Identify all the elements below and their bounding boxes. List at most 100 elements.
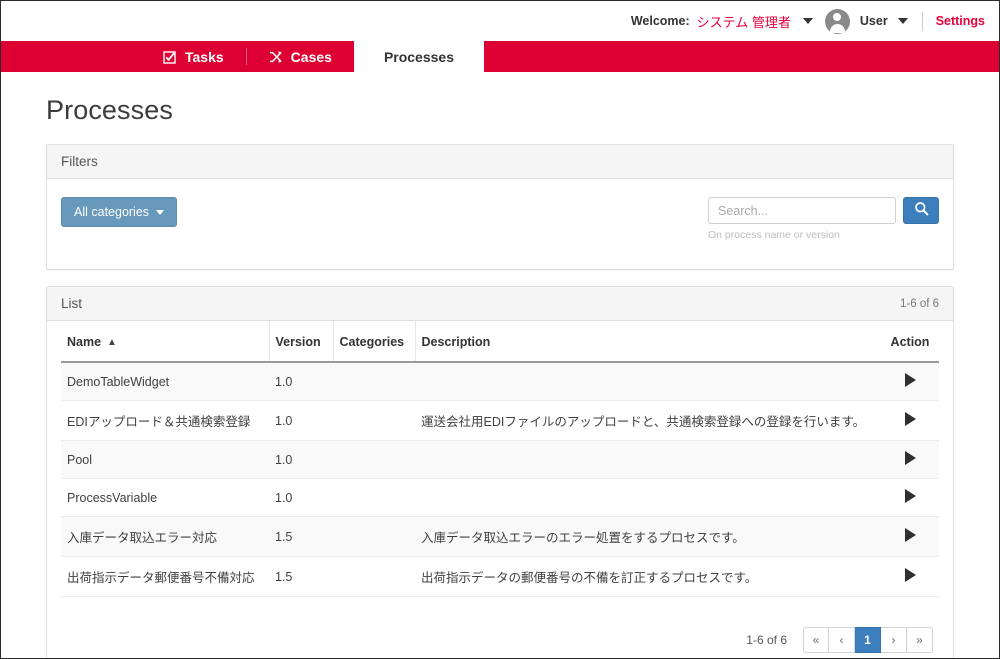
table-row[interactable]: EDIアップロード＆共通検索登録 1.0 運送会社用EDIファイルのアップロード… (61, 400, 939, 441)
top-welcome-bar: Welcome: システム 管理者 User Settings (1, 1, 999, 41)
table-header: Name ▲ Version Categories Description Act… (61, 321, 939, 363)
cell-description (415, 440, 881, 479)
app-window: Welcome: システム 管理者 User Settings Tasks Ca… (0, 0, 1000, 659)
checkbox-checked-icon (163, 50, 177, 64)
processes-table: Name ▲ Version Categories Description Act… (61, 321, 939, 597)
cell-name: 出荷指示データ郵便番号不備対応 (61, 556, 269, 597)
cell-name: ProcessVariable (61, 478, 269, 517)
welcome-label: Welcome: (630, 14, 690, 28)
table-row[interactable]: ProcessVariable 1.0 (61, 478, 939, 517)
pagination-row: 1-6 of 6 « ‹ 1 › » (61, 597, 939, 658)
avatar (824, 8, 850, 34)
filters-panel: Filters All categories Search... On proc… (46, 144, 954, 270)
settings-link[interactable]: Settings (936, 14, 985, 28)
all-categories-label: All categories (74, 205, 150, 219)
search-icon (914, 201, 929, 221)
cell-name: DemoTableWidget (61, 362, 269, 401)
user-menu-chevron-down-icon[interactable] (802, 18, 813, 24)
main-navigation: Tasks Cases Processes (1, 41, 999, 72)
cell-version: 1.5 (269, 556, 333, 597)
tab-cases[interactable]: Cases (247, 41, 354, 72)
pagination-next-button[interactable]: › (881, 627, 907, 653)
column-header-description[interactable]: Description (414, 321, 881, 363)
table-row[interactable]: 入庫データ取込エラー対応 1.5 入庫データ取込エラーのエラー処置をするプロセス… (61, 516, 939, 557)
pagination-page-1[interactable]: 1 (855, 627, 881, 653)
tab-processes-label: Processes (383, 48, 454, 65)
table-row[interactable]: DemoTableWidget 1.0 (61, 362, 939, 401)
pagination-prev-button[interactable]: ‹ (829, 627, 855, 653)
user-label: User (859, 14, 888, 28)
search-row (708, 197, 939, 224)
cell-action (881, 556, 939, 597)
cell-categories (333, 556, 415, 597)
cell-categories (333, 440, 415, 479)
account-menu-chevron-down-icon[interactable] (897, 18, 908, 24)
cell-categories (333, 362, 415, 401)
tab-tasks[interactable]: Tasks (141, 41, 246, 72)
column-header-version[interactable]: Version (268, 321, 333, 363)
cell-name: 入庫データ取込エラー対応 (61, 516, 269, 557)
cell-description (415, 478, 881, 517)
pagination-count: 1-6 of 6 (746, 633, 787, 647)
column-header-categories[interactable]: Categories (332, 321, 415, 363)
list-panel-title: List (61, 296, 83, 311)
table-body: DemoTableWidget 1.0 EDIアップロード＆共通検索登録 1.0… (61, 362, 939, 597)
table-header-row: Name ▲ Version Categories Description Act… (61, 321, 939, 363)
search-area: On process name or version (708, 197, 939, 241)
list-panel-body: Name ▲ Version Categories Description Act… (47, 321, 953, 658)
welcome-user-name[interactable]: システム 管理者 (697, 12, 791, 31)
table-row[interactable]: 出荷指示データ郵便番号不備対応 1.5 出荷指示データの郵便番号の不備を訂正する… (61, 556, 939, 597)
pagination-last-button[interactable]: » (907, 627, 933, 653)
filters-panel-header: Filters (47, 145, 953, 179)
cell-description: 出荷指示データの郵便番号の不備を訂正するプロセスです。 (415, 556, 881, 597)
cell-name: Pool (61, 440, 269, 479)
shuffle-icon (269, 50, 283, 64)
cell-version: 1.0 (269, 400, 333, 441)
cell-version: 1.0 (269, 440, 333, 479)
search-input[interactable] (708, 197, 896, 224)
play-icon[interactable] (904, 568, 916, 582)
header-divider (921, 11, 923, 31)
list-panel-header: List 1-6 of 6 (47, 287, 953, 321)
play-icon[interactable] (904, 451, 916, 465)
pagination: « ‹ 1 › » (803, 627, 933, 653)
cell-action (881, 516, 939, 557)
search-hint: On process name or version (708, 229, 840, 241)
sort-asc-icon: ▲ (107, 337, 117, 348)
cell-description: 入庫データ取込エラーのエラー処置をするプロセスです。 (415, 516, 881, 557)
cell-action (881, 478, 939, 517)
filters-panel-body: All categories Search... On process name… (47, 179, 953, 269)
chevron-down-icon (156, 209, 165, 215)
play-icon[interactable] (904, 373, 916, 387)
cell-categories (333, 478, 415, 517)
list-panel: List 1-6 of 6 Name ▲ Version Categories D… (46, 286, 954, 658)
page-content: Processes Filters All categories Search.… (1, 95, 999, 658)
cell-description: 運送会社用EDIファイルのアップロードと、共通検索登録への登録を行います。 (415, 400, 881, 441)
table-row[interactable]: Pool 1.0 (61, 440, 939, 479)
cell-categories (333, 400, 415, 441)
play-icon[interactable] (904, 412, 916, 426)
cell-categories (333, 516, 415, 557)
play-icon[interactable] (904, 489, 916, 503)
cell-description (415, 362, 881, 401)
tab-cases-label: Cases (290, 48, 332, 65)
cell-version: 1.0 (269, 362, 333, 401)
cell-name: EDIアップロード＆共通検索登録 (61, 400, 269, 441)
play-icon[interactable] (904, 528, 916, 542)
cell-action (881, 362, 939, 401)
cell-version: 1.5 (269, 516, 333, 557)
column-header-name[interactable]: Name ▲ (61, 321, 269, 363)
pagination-first-button[interactable]: « (803, 627, 829, 653)
search-button[interactable] (903, 197, 939, 224)
cell-action (881, 440, 939, 479)
all-categories-dropdown[interactable]: All categories (61, 197, 178, 227)
filters-panel-title: Filters (61, 154, 98, 169)
column-header-name-label: Name (67, 335, 102, 349)
cell-version: 1.0 (269, 478, 333, 517)
column-header-action: Action (881, 321, 939, 363)
tab-tasks-label: Tasks (185, 48, 224, 65)
list-result-count: 1-6 of 6 (900, 297, 939, 310)
tab-processes[interactable]: Processes (353, 41, 484, 72)
page-title: Processes (46, 95, 173, 125)
cell-action (881, 400, 939, 441)
